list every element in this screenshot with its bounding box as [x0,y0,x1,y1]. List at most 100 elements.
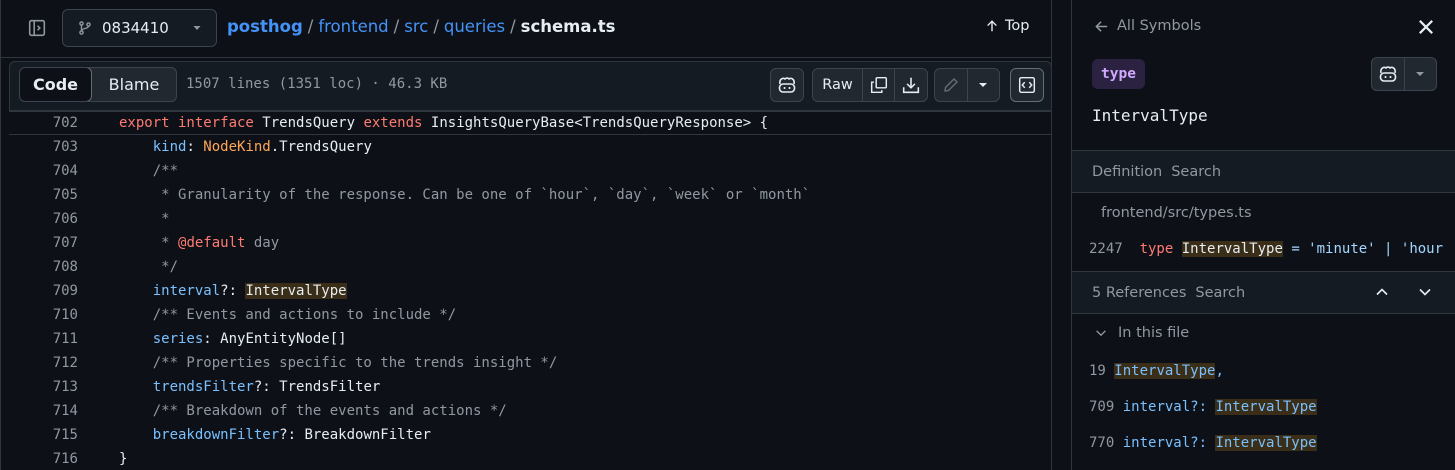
code-line: 713 trendsFilter?: TrendsFilter [9,375,1052,399]
breadcrumb-separator: / [307,17,314,36]
pencil-icon [943,78,958,92]
chevron-down-icon [1416,72,1425,76]
code-line: 704 /** [9,159,1052,183]
reference-row[interactable]: 770 interval?: IntervalType [1089,435,1317,451]
code-line: 705 * Granularity of the response. Can b… [9,183,1052,207]
line-number[interactable]: 709 [9,283,78,299]
code-line: 707 * @default day [9,231,1052,255]
raw-copy-download-group: Raw [812,68,928,102]
reference-after: , [1215,363,1224,379]
close-panel-button[interactable] [1415,16,1437,42]
panel-copilot-button[interactable] [1372,58,1405,90]
definition-rest: = 'minute' | 'hour [1282,241,1444,257]
raw-button[interactable]: Raw [813,69,863,101]
tab-code[interactable]: Code [20,68,92,101]
line-number[interactable]: 716 [9,451,78,467]
breadcrumb-separator: / [393,17,400,36]
code-square-icon [1018,76,1036,94]
panel-copilot-group [1371,57,1437,91]
line-number[interactable]: 706 [9,211,78,227]
code-line: 709 interval?: IntervalType [9,279,1052,303]
line-number[interactable]: 703 [9,139,78,155]
breadcrumb-file-name: schema.ts [520,17,616,36]
all-symbols-label: All Symbols [1117,18,1202,34]
in-this-file-label: In this file [1118,325,1190,341]
copilot-icon [778,77,796,93]
line-number[interactable]: 711 [9,331,78,347]
reference-match: IntervalType [1215,399,1317,415]
chevron-down-icon[interactable] [1417,284,1433,300]
sidebar-toggle-button[interactable] [21,12,53,44]
file-view: 0834410 posthog / frontend / src / queries / sch… [0,0,1052,470]
line-number[interactable]: 715 [9,427,78,443]
copilot-icon [1379,66,1397,82]
code-text: /** [119,163,179,179]
chevron-down-icon [193,26,201,30]
edit-file-button[interactable] [935,69,968,101]
definition-header: Definition Search [1072,150,1455,193]
panel-copilot-menu-button[interactable] [1405,58,1437,90]
code-text: /** Breakdown of the events and actions … [119,403,507,419]
code-text: } [119,451,128,467]
code-text: export interface TrendsQuery extends Ins… [119,115,769,131]
code-text: * Granularity of the response. Can be on… [119,187,811,203]
code-line: 712 /** Properties specific to the trend… [9,351,1052,375]
reference-line-number: 770 [1089,435,1115,451]
breadcrumb-separator: / [433,17,439,36]
definition-row[interactable]: 2247 type IntervalType = 'minute' | 'hou… [1089,241,1443,257]
arrow-left-icon [1095,20,1108,32]
branch-selector[interactable]: 0834410 [62,9,217,47]
top-label: Top [1005,18,1030,34]
code-text: * @default day [119,235,280,251]
symbol-kind-badge: type [1092,59,1145,89]
reference-row[interactable]: 709 interval?: IntervalType [1089,399,1317,415]
line-number[interactable]: 714 [9,403,78,419]
line-number[interactable]: 712 [9,355,78,371]
symbols-panel-button[interactable] [1010,68,1044,102]
definition-symbol: IntervalType [1181,241,1283,257]
definition-keyword: type [1139,241,1174,257]
references-search-link[interactable]: Search [1195,285,1245,301]
copy-raw-button[interactable] [863,69,895,101]
line-number[interactable]: 707 [9,235,78,251]
chevron-down-icon [979,83,988,87]
download-button[interactable] [895,69,927,101]
definition-file-path[interactable]: frontend/src/types.ts [1101,205,1252,221]
symbol-highlight[interactable]: IntervalType [245,283,347,299]
chevron-up-icon[interactable] [1374,284,1390,300]
line-number[interactable]: 708 [9,259,78,275]
code-text: interval?: IntervalType [152,283,347,299]
line-number[interactable]: 713 [9,379,78,395]
code-text: /** Properties specific to the trends in… [119,355,558,371]
code-text: * [119,211,170,227]
code-text: kind: NodeKind.TrendsQuery [152,139,372,155]
breadcrumb-link-frontend[interactable]: frontend [318,17,388,36]
code-line: 703 kind: NodeKind.TrendsQuery [9,135,1052,159]
in-this-file-toggle[interactable]: In this file [1094,325,1189,341]
code-text: trendsFilter?: TrendsFilter [152,379,381,395]
download-icon [902,77,920,94]
close-icon [1419,20,1433,34]
references-count: 5 References [1092,284,1187,301]
scroll-to-top-button[interactable]: Top [985,18,1029,34]
line-number[interactable]: 704 [9,163,78,179]
line-number[interactable]: 702 [9,115,78,131]
line-number[interactable]: 705 [9,187,78,203]
reference-row[interactable]: 19 IntervalType, [1089,363,1224,379]
symbols-panel: All Symbols type IntervalType Definition… [1071,0,1455,470]
copy-icon [870,76,887,94]
edit-options-button[interactable] [968,69,1000,101]
all-symbols-link[interactable]: All Symbols [1094,18,1201,34]
breadcrumb-link-queries[interactable]: queries [444,17,505,36]
breadcrumb-link-src[interactable]: src [404,17,428,36]
code-text: */ [119,259,179,275]
breadcrumb-repo-link[interactable]: posthog [227,17,303,36]
definition-line-number: 2247 [1089,241,1123,257]
references-header: 5 References Search [1072,271,1455,314]
reference-line-number: 19 [1089,363,1106,379]
tab-blame[interactable]: Blame [92,68,176,101]
copilot-button[interactable] [770,68,804,102]
line-number[interactable]: 710 [9,307,78,323]
reference-match: IntervalType [1114,363,1216,379]
definition-search-link[interactable]: Search [1171,164,1221,180]
